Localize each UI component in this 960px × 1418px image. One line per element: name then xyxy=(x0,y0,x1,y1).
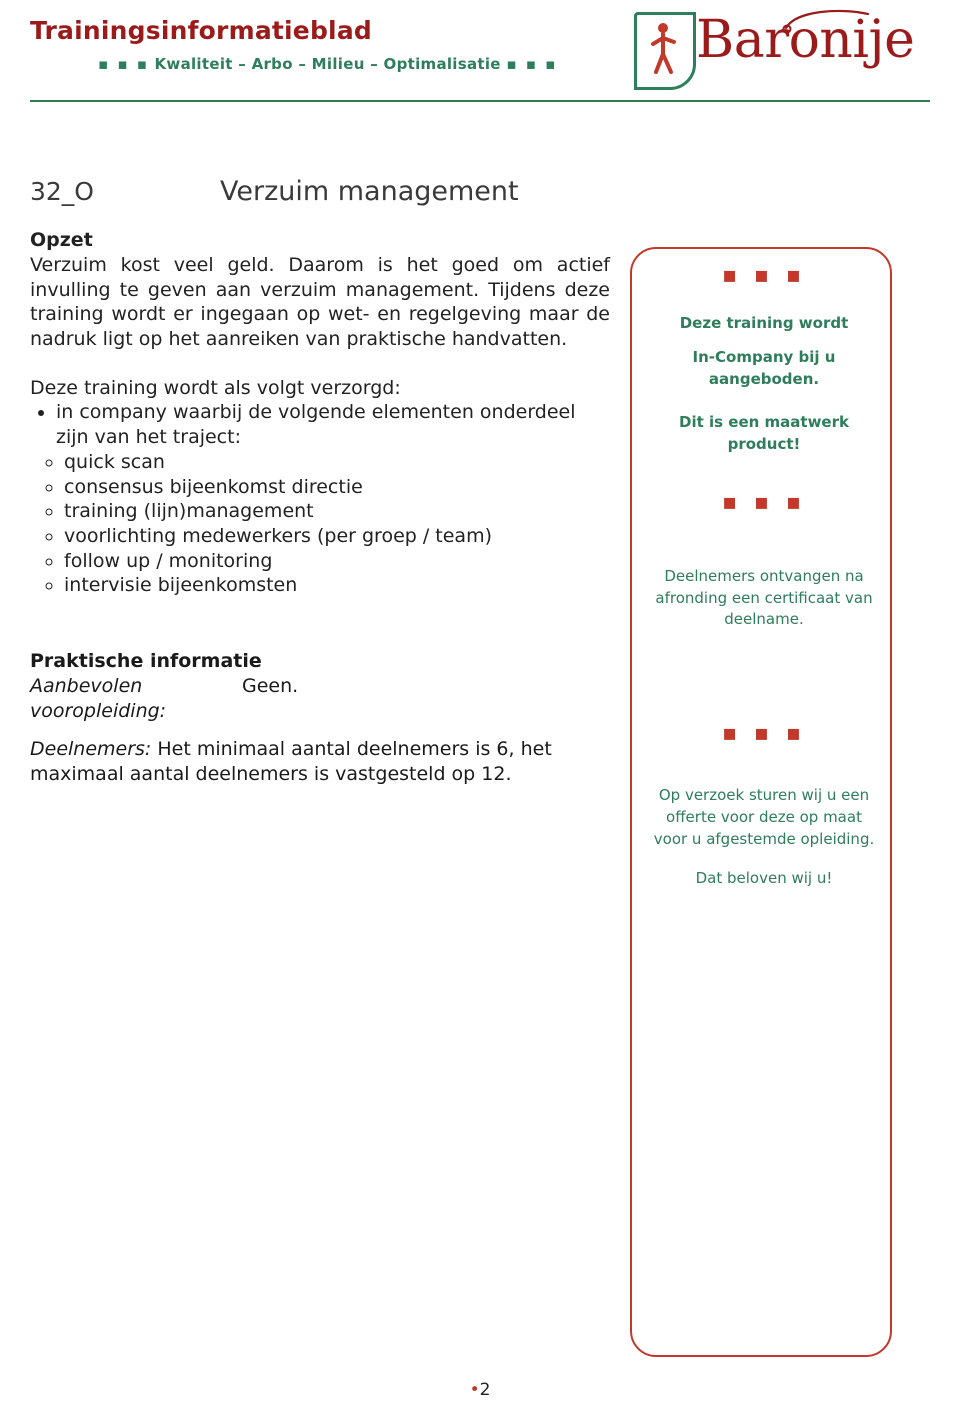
baronije-logo: Baronije xyxy=(632,8,932,94)
sidebar-block-3: Op verzoek sturen wij u een offerte voor… xyxy=(648,785,880,890)
sidebar-content: ▪ ▪ ▪ Deze training wordt In-Company bij… xyxy=(630,229,898,890)
page-body: 32_O Verzuim management Opzet Verzuim ko… xyxy=(0,176,960,1357)
practical-info-section: Praktische informatie Aanbevolen vooropl… xyxy=(30,650,610,787)
list-item: consensus bijeenkomst directie xyxy=(64,475,610,500)
logo-swoosh-icon xyxy=(782,9,870,34)
dots-right-icon: ▪ ▪ ▪ xyxy=(506,55,558,73)
list-item: in company waarbij de volgende elementen… xyxy=(56,400,610,449)
list-item: voorlichting medewerkers (per groep / te… xyxy=(64,524,610,549)
content-columns: Opzet Verzuim kost veel geld. Daarom is … xyxy=(30,229,930,1357)
header-subtitle-text: Kwaliteit – Arbo – Milieu – Optimalisati… xyxy=(154,55,501,73)
page-footer: •2 xyxy=(0,1380,960,1400)
list-item: follow up / monitoring xyxy=(64,549,610,574)
opzet-paragraph: Verzuim kost veel geld. Daarom is het go… xyxy=(30,254,610,351)
header-divider xyxy=(30,100,930,102)
prior-education-label: Aanbevolen vooropleiding: xyxy=(30,674,167,722)
prior-education-row: Aanbevolen vooropleiding: Geen. xyxy=(30,674,610,723)
participants-row: Deelnemers: Het minimaal aantal deelneme… xyxy=(30,737,610,786)
footer-bullet-icon: • xyxy=(469,1380,480,1400)
sidebar-text-2: Deelnemers ontvangen na afronding een ce… xyxy=(655,566,873,629)
page-header: Trainingsinformatieblad ▪ ▪ ▪ Kwaliteit … xyxy=(0,0,960,108)
sidebar-text-3a: Op verzoek sturen wij u een offerte voor… xyxy=(653,786,875,848)
opzet-bullet-list: in company waarbij de volgende elementen… xyxy=(30,400,610,449)
sidebar-dots-3-icon: ▪ ▪ ▪ xyxy=(722,721,806,746)
prior-education-value: Geen. xyxy=(242,674,299,697)
page-number: 2 xyxy=(479,1380,491,1400)
document-code: 32_O xyxy=(30,177,94,206)
practical-info-heading: Praktische informatie xyxy=(30,649,262,672)
sidebar-dots-2-icon: ▪ ▪ ▪ xyxy=(722,489,806,515)
opzet-lead: Deze training wordt als volgt verzorgd: xyxy=(30,376,401,399)
sidebar-text-1c: Dit is een maatwerk product! xyxy=(679,413,849,453)
logo-person-icon xyxy=(651,23,676,74)
opzet-sub-list: quick scan consensus bijeenkomst directi… xyxy=(30,450,610,598)
list-item: training (lijn)management xyxy=(64,499,610,524)
sidebar-block-2: Deelnemers ontvangen na afronding een ce… xyxy=(648,566,880,631)
document-title-row: 32_O Verzuim management xyxy=(30,176,930,207)
participants-label: Deelnemers: xyxy=(30,738,152,761)
list-item: quick scan xyxy=(64,450,610,475)
sidebar-block-1: Deze training wordt In-Company bij u aan… xyxy=(648,313,880,456)
sidebar-column: ▪ ▪ ▪ Deze training wordt In-Company bij… xyxy=(630,229,898,1357)
sidebar-text-1b: In-Company bij u aangeboden. xyxy=(692,347,836,388)
sidebar-text-1a: Deze training wordt xyxy=(679,314,849,332)
opzet-heading: Opzet xyxy=(30,229,93,251)
dots-left-icon: ▪ ▪ ▪ xyxy=(98,55,149,73)
document-title: Verzuim management xyxy=(220,176,519,207)
list-item: intervisie bijeenkomsten xyxy=(64,573,610,598)
sidebar-text-3b: Dat beloven wij u! xyxy=(695,869,833,888)
main-column: Opzet Verzuim kost veel geld. Daarom is … xyxy=(30,229,630,912)
sidebar-dots-1-icon: ▪ ▪ ▪ xyxy=(722,263,806,288)
